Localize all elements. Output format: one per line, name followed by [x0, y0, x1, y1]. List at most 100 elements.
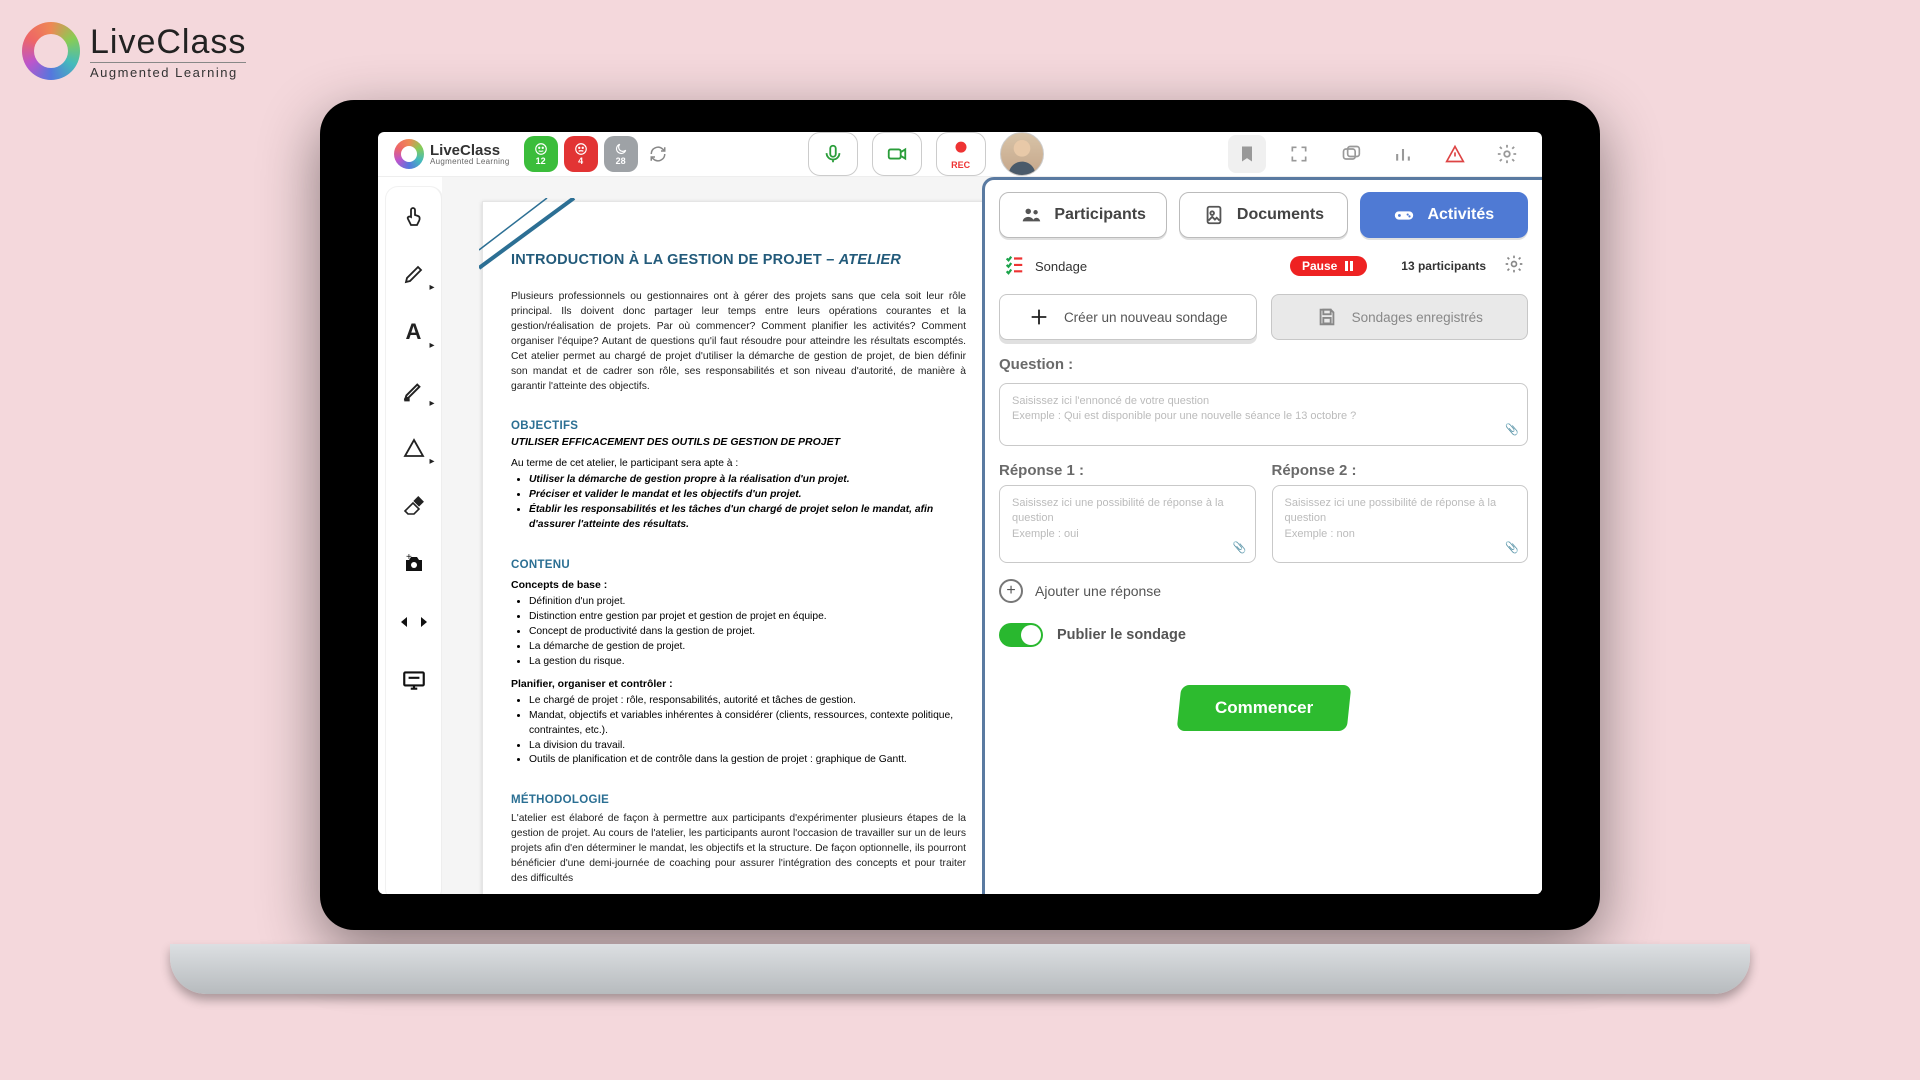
svg-text:+: +: [406, 552, 412, 563]
bookmark-icon: [1237, 144, 1257, 164]
brand-name-small: LiveClass Augmented Learning: [430, 143, 510, 166]
tool-pointer[interactable]: [397, 199, 431, 233]
laptop-screen: LiveClass Augmented Learning 12 4 28: [320, 100, 1600, 930]
tab-activities[interactable]: Activités: [1360, 192, 1528, 238]
answer2-input[interactable]: Saisissez ici une possibilité de réponse…: [1272, 485, 1529, 563]
refresh-icon: [649, 145, 667, 163]
add-answer-button[interactable]: + Ajouter une réponse: [999, 579, 1528, 603]
attachment-icon[interactable]: 📎: [1505, 541, 1519, 556]
chevron-right-icon: ▸: [429, 340, 434, 351]
sondage-label: Sondage: [1035, 259, 1280, 274]
workspace: ▸ A▸ ▸ ▸ + INTRODUCTION À LA GESTIO: [378, 177, 1542, 894]
sondage-options: Créer un nouveau sondage Sondages enregi…: [999, 294, 1528, 340]
plus-icon: [1028, 306, 1050, 328]
question-label: Question :: [999, 356, 1528, 373]
answer1-input[interactable]: Saisissez ici une possibilité de réponse…: [999, 485, 1256, 563]
layout-button[interactable]: [1332, 135, 1370, 173]
topbar: LiveClass Augmented Learning 12 4 28: [378, 132, 1542, 177]
status-count: 12: [536, 156, 546, 166]
doc-h-contenu: CONTENU: [511, 559, 966, 571]
people-icon: [1020, 204, 1042, 226]
rec-label: REC: [951, 160, 970, 170]
answers-row: Réponse 1 : Saisissez ici une possibilit…: [999, 456, 1528, 563]
tool-text[interactable]: A▸: [397, 315, 431, 349]
logo-icon: [394, 139, 424, 169]
gear-icon: [1504, 254, 1524, 274]
right-controls: [1228, 135, 1526, 173]
bookmark-button[interactable]: [1228, 135, 1266, 173]
text-icon: A: [406, 319, 422, 345]
doc-plan-list: Le chargé de projet : rôle, responsabili…: [529, 694, 966, 769]
sondage-header: Sondage Pause 13 participants: [999, 248, 1528, 284]
record-icon: [950, 138, 972, 160]
start-button[interactable]: Commencer: [1176, 685, 1351, 731]
fullscreen-button[interactable]: [1280, 135, 1318, 173]
camera-button[interactable]: [872, 132, 922, 176]
panel-tabs: Participants Documents Activités: [999, 192, 1528, 238]
save-icon: [1316, 306, 1338, 328]
tool-strip: ▸ A▸ ▸ ▸ +: [386, 187, 442, 894]
cards-icon: [1340, 144, 1362, 164]
side-panel: Participants Documents Activités: [982, 177, 1542, 894]
tool-screenshot[interactable]: +: [397, 547, 431, 581]
brand-tagline: Augmented Learning: [90, 62, 246, 80]
tool-undo-redo[interactable]: [397, 605, 431, 639]
outer-brand: LiveClass Augmented Learning: [22, 22, 246, 80]
center-controls: REC: [808, 132, 1044, 176]
tool-pen[interactable]: ▸: [397, 257, 431, 291]
gamepad-icon: [1393, 204, 1415, 226]
tool-shape[interactable]: ▸: [397, 431, 431, 465]
video-icon: [886, 143, 908, 165]
pause-badge[interactable]: Pause: [1290, 256, 1367, 276]
status-pill-sad[interactable]: 4: [564, 136, 598, 172]
triangle-icon: [402, 436, 426, 460]
mic-button[interactable]: [808, 132, 858, 176]
sondage-settings-button[interactable]: [1504, 254, 1524, 279]
answer1-label: Réponse 1 :: [999, 462, 1256, 479]
brand-name: LiveClass: [90, 23, 246, 62]
attachment-icon[interactable]: 📎: [1233, 541, 1247, 556]
question-input[interactable]: Saisissez ici l'ennoncé de votre questio…: [999, 383, 1528, 446]
highlighter-icon: [401, 377, 427, 403]
publish-label: Publier le sondage: [1057, 627, 1186, 643]
list-check-icon: [1003, 253, 1025, 280]
doc-plan-head: Planifier, organiser et contrôler :: [511, 678, 966, 690]
tab-documents[interactable]: Documents: [1179, 192, 1347, 238]
tool-highlighter[interactable]: ▸: [397, 373, 431, 407]
status-pill-away[interactable]: 28: [604, 136, 638, 172]
smile-icon: [534, 142, 548, 156]
hand-click-icon: [402, 204, 426, 228]
doc-lead-in: Au terme de cet atelier, le participant …: [511, 458, 966, 469]
gear-icon: [1496, 143, 1518, 165]
publish-toggle[interactable]: [999, 623, 1043, 647]
user-avatar[interactable]: [1000, 132, 1044, 176]
refresh-button[interactable]: [644, 140, 672, 168]
attachment-icon[interactable]: 📎: [1505, 423, 1519, 438]
tool-eraser[interactable]: [397, 489, 431, 523]
person-icon: [1002, 135, 1042, 175]
undo-redo-icon: [399, 613, 429, 631]
participants-count: 13 participants: [1401, 259, 1486, 273]
chevron-right-icon: ▸: [429, 282, 434, 293]
status-count: 28: [616, 156, 626, 166]
warning-icon: [1445, 144, 1465, 164]
camera-plus-icon: +: [401, 552, 427, 576]
doc-h-methodo: MÉTHODOLOGIE: [511, 794, 966, 806]
record-button[interactable]: REC: [936, 132, 986, 176]
chevron-right-icon: ▸: [429, 398, 434, 409]
moon-icon: [614, 142, 628, 156]
tab-participants[interactable]: Participants: [999, 192, 1167, 238]
settings-button[interactable]: [1488, 135, 1526, 173]
alert-button[interactable]: [1436, 135, 1474, 173]
status-pill-happy[interactable]: 12: [524, 136, 558, 172]
laptop-mock: LiveClass Augmented Learning 12 4 28: [280, 100, 1640, 1020]
chevron-right-icon: ▸: [429, 456, 434, 467]
doc-subline: UTILISER EFFICACEMENT DES OUTILS DE GEST…: [511, 436, 966, 448]
laptop-base: [170, 944, 1750, 994]
tool-board[interactable]: [397, 663, 431, 697]
create-sondage-button[interactable]: Créer un nouveau sondage: [999, 294, 1257, 340]
stats-button[interactable]: [1384, 135, 1422, 173]
saved-sondages-button[interactable]: Sondages enregistrés: [1271, 294, 1529, 340]
doc-concepts-head: Concepts de base :: [511, 579, 966, 591]
doc-objectifs-list: Utiliser la démarche de gestion propre à…: [529, 473, 966, 533]
